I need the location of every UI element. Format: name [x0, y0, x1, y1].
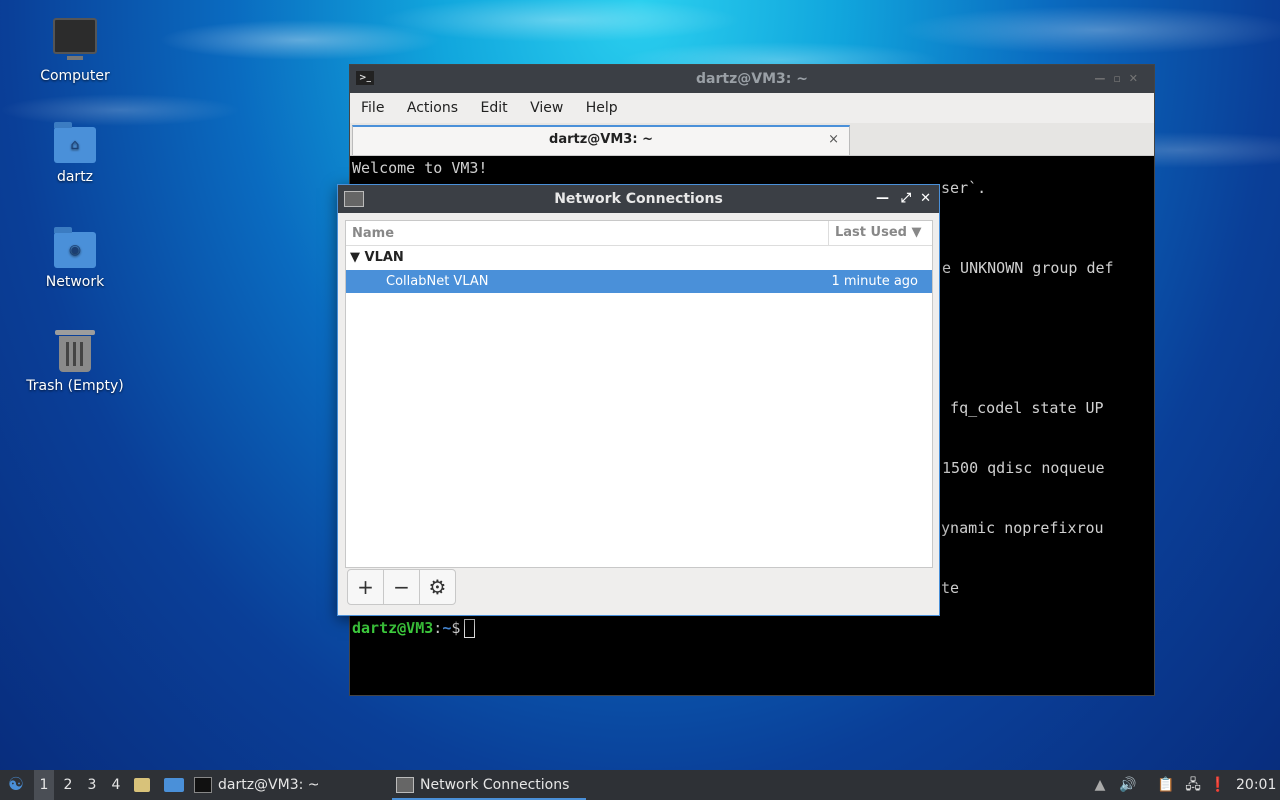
menu-help[interactable]: Help	[586, 100, 618, 116]
list-header: Name Last Used ▼	[346, 221, 932, 246]
group-row[interactable]: ▼ VLAN	[350, 250, 404, 265]
connection-name: CollabNet VLAN	[386, 274, 489, 289]
desktop-icon-label: Network	[45, 274, 105, 290]
clock[interactable]: 20:01	[1236, 770, 1276, 800]
task-label: dartz@VM3: ~	[218, 777, 320, 793]
desktop-icon-trash[interactable]: Trash (Empty)	[20, 330, 130, 394]
terminal-line: dynamic noprefixrou	[932, 519, 1104, 537]
sort-down-icon: ▼	[911, 225, 922, 240]
close-icon[interactable]: ✕	[920, 185, 931, 213]
maximize-icon[interactable]: ⤢	[901, 185, 911, 213]
tray-up-arrow-icon[interactable]: ▲	[1092, 770, 1108, 800]
taskbar: ☯ 1 2 3 4 dartz@VM3: ~ Network Connectio…	[0, 770, 1280, 800]
menu-edit[interactable]: Edit	[480, 100, 507, 116]
prompt-symbol: $	[451, 619, 461, 637]
column-header-last-used[interactable]: Last Used ▼	[828, 221, 931, 245]
connection-last-used: 1 minute ago	[831, 274, 918, 289]
connection-row[interactable]: CollabNet VLAN 1 minute ago	[346, 270, 932, 293]
workspace-3[interactable]: 3	[82, 770, 102, 800]
terminal-titlebar[interactable]: >_ dartz@VM3: ~ —▫✕	[350, 65, 1154, 93]
terminal-tabbar: dartz@VM3: ~ ×	[350, 123, 1154, 156]
computer-icon	[53, 18, 97, 60]
task-label: Network Connections	[420, 777, 570, 793]
desktop-icon-home[interactable]: ⌂ dartz	[20, 122, 130, 185]
terminal-line: e UNKNOWN group def	[942, 259, 1114, 277]
terminal-title: dartz@VM3: ~	[696, 71, 808, 87]
network-icon	[396, 777, 414, 793]
clipboard-icon[interactable]: 📋	[1156, 770, 1176, 800]
remove-connection-button[interactable]: −	[384, 570, 420, 604]
window-controls[interactable]: —▫✕	[1094, 65, 1146, 93]
task-terminal[interactable]: dartz@VM3: ~	[194, 770, 384, 800]
column-header-name[interactable]: Name	[352, 226, 394, 241]
text-cursor	[464, 619, 476, 638]
terminal-tab[interactable]: dartz@VM3: ~ ×	[352, 125, 850, 155]
close-icon[interactable]: ×	[828, 127, 839, 153]
terminal-icon	[194, 777, 212, 793]
connections-list[interactable]: Name Last Used ▼ ▼ VLAN CollabNet VLAN 1…	[345, 220, 933, 568]
menu-view[interactable]: View	[530, 100, 563, 116]
workspace-4[interactable]: 4	[106, 770, 126, 800]
terminal-prompt: dartz@VM3:~$	[352, 619, 476, 638]
network-tray-icon[interactable]: 🖧	[1182, 770, 1204, 800]
terminal-icon: >_	[356, 71, 374, 85]
start-menu-icon[interactable]: ☯	[4, 770, 28, 800]
prompt-separator: :	[433, 619, 443, 637]
terminal-menubar: File Actions Edit View Help	[350, 93, 1154, 123]
prompt-user: dartz@VM3	[352, 619, 434, 637]
update-notifier-icon[interactable]: ❗	[1208, 770, 1228, 800]
network-icon	[344, 191, 364, 207]
desktop-icon-label: dartz	[56, 169, 94, 185]
workspace-1[interactable]: 1	[34, 770, 54, 800]
desktop-icon-label: Computer	[40, 68, 110, 84]
terminal-line: 1500 qdisc noqueue	[942, 459, 1105, 477]
terminal-line: user`.	[932, 179, 987, 197]
terminal-line: t fq_codel state UP	[932, 399, 1104, 417]
task-network-connections[interactable]: Network Connections	[392, 770, 586, 800]
terminal-tab-label: dartz@VM3: ~	[549, 132, 653, 147]
group-label: VLAN	[364, 250, 404, 265]
terminal-line: Welcome to VM3!	[352, 159, 488, 177]
file-manager-icon[interactable]	[134, 770, 156, 800]
network-folder-icon: ◉	[54, 227, 96, 268]
edit-connection-button[interactable]: ⚙	[420, 570, 455, 604]
expander-icon[interactable]: ▼	[350, 250, 360, 265]
minimize-icon[interactable]: —	[876, 185, 889, 213]
desktop-icon-computer[interactable]: Computer	[20, 18, 130, 84]
add-connection-button[interactable]: +	[348, 570, 384, 604]
window-title: Network Connections	[554, 191, 723, 207]
volume-icon[interactable]: 🔊	[1118, 770, 1138, 800]
column-header-last-used-label: Last Used	[835, 225, 907, 240]
menu-actions[interactable]: Actions	[407, 100, 458, 116]
show-desktop-icon[interactable]	[164, 770, 190, 800]
home-folder-icon: ⌂	[54, 122, 96, 163]
menu-file[interactable]: File	[361, 100, 384, 116]
toolbar: + − ⚙	[347, 569, 456, 605]
desktop-icon-label: Trash (Empty)	[26, 378, 124, 394]
desktop-icon-network[interactable]: ◉ Network	[20, 227, 130, 290]
prompt-path: ~	[442, 619, 452, 637]
network-connections-window[interactable]: Network Connections — ⤢ ✕ Name Last Used…	[337, 184, 940, 616]
trash-icon	[55, 330, 95, 372]
network-connections-titlebar[interactable]: Network Connections — ⤢ ✕	[338, 185, 939, 213]
workspace-2[interactable]: 2	[58, 770, 78, 800]
